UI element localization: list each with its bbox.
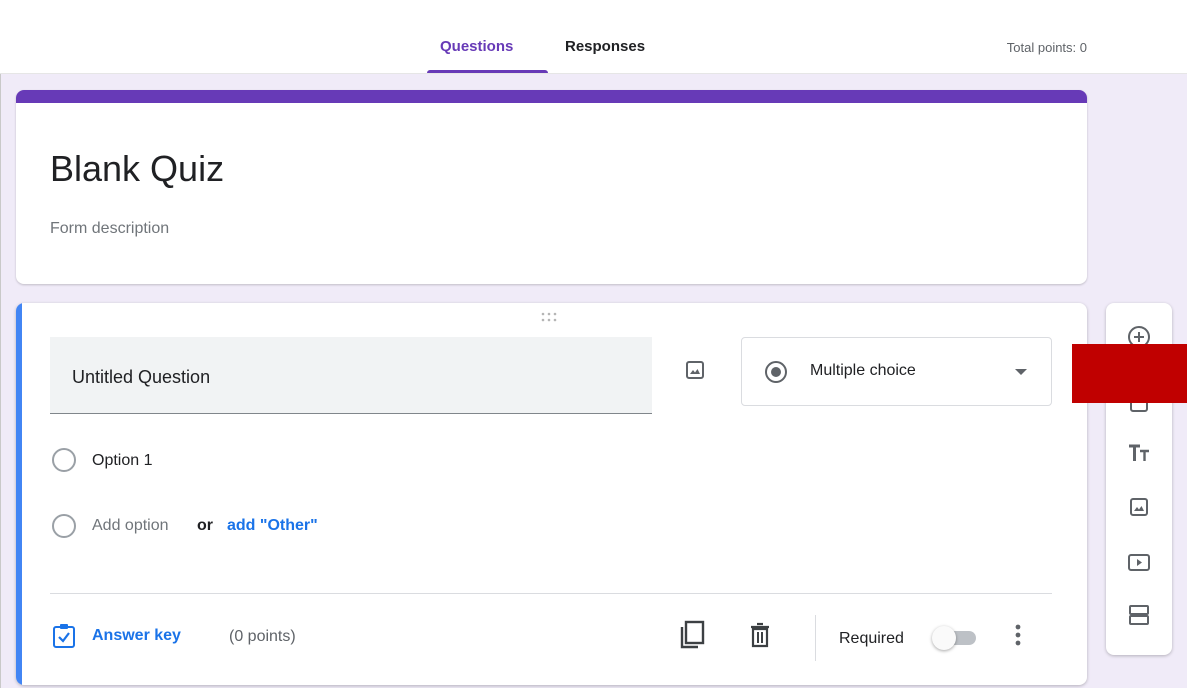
trash-icon bbox=[751, 622, 769, 648]
footer-vertical-divider bbox=[815, 615, 816, 661]
active-card-bar bbox=[16, 303, 22, 685]
copy-icon bbox=[680, 620, 705, 649]
answer-key-icon bbox=[53, 624, 75, 648]
add-option-link[interactable]: Add option bbox=[92, 517, 169, 535]
delete-button[interactable] bbox=[744, 619, 776, 651]
radio-button-icon bbox=[765, 361, 787, 383]
or-text: or bbox=[197, 517, 213, 534]
option-radio-icon bbox=[52, 448, 76, 472]
tab-responses[interactable]: Responses bbox=[565, 38, 645, 55]
question-type-dropdown[interactable]: Multiple choice bbox=[741, 337, 1052, 406]
title-card-accent bbox=[16, 90, 1087, 103]
card-footer-divider bbox=[50, 593, 1052, 594]
duplicate-button[interactable] bbox=[676, 619, 708, 651]
add-section-button[interactable] bbox=[1123, 599, 1155, 631]
answer-key-button[interactable]: Answer key bbox=[52, 621, 181, 651]
add-video-button[interactable] bbox=[1123, 546, 1155, 578]
red-overlay-block bbox=[1072, 344, 1187, 403]
required-toggle[interactable] bbox=[932, 626, 984, 650]
answer-key-label: Answer key bbox=[92, 627, 181, 644]
add-other-link[interactable]: add "Other" bbox=[227, 517, 318, 535]
toggle-knob bbox=[932, 626, 956, 650]
question-title-input[interactable]: Untitled Question bbox=[50, 337, 652, 414]
question-type-label: Multiple choice bbox=[810, 362, 916, 379]
add-video-icon bbox=[1128, 554, 1150, 571]
form-description-field[interactable]: Form description bbox=[50, 220, 169, 238]
add-option-radio-icon bbox=[52, 514, 76, 538]
add-title-button[interactable] bbox=[1123, 437, 1155, 469]
form-title[interactable]: Blank Quiz bbox=[50, 148, 224, 190]
top-bar: Questions Responses Total points: 0 bbox=[0, 0, 1187, 74]
add-image-icon bbox=[1130, 498, 1148, 516]
more-options-button[interactable] bbox=[1006, 621, 1030, 649]
add-section-icon bbox=[1129, 605, 1149, 625]
drag-handle-icon[interactable] bbox=[541, 311, 557, 325]
question-title-text: Untitled Question bbox=[72, 367, 211, 387]
more-vert-icon bbox=[1015, 624, 1021, 646]
question-card[interactable]: Untitled Question Multiple choice Option… bbox=[16, 303, 1087, 685]
required-label: Required bbox=[839, 630, 904, 647]
option-1-label[interactable]: Option 1 bbox=[92, 452, 152, 470]
tab-questions[interactable]: Questions bbox=[440, 38, 513, 55]
total-points: Total points: 0 bbox=[1006, 40, 1087, 55]
add-title-icon bbox=[1129, 444, 1149, 461]
chevron-down-icon bbox=[1015, 369, 1027, 375]
add-image-button[interactable] bbox=[680, 355, 710, 385]
image-icon bbox=[686, 361, 704, 379]
add-image-tool-button[interactable] bbox=[1123, 491, 1155, 523]
form-title-card[interactable]: Blank Quiz Form description bbox=[16, 90, 1087, 284]
points-label: (0 points) bbox=[229, 628, 296, 645]
active-tab-indicator bbox=[427, 70, 548, 73]
